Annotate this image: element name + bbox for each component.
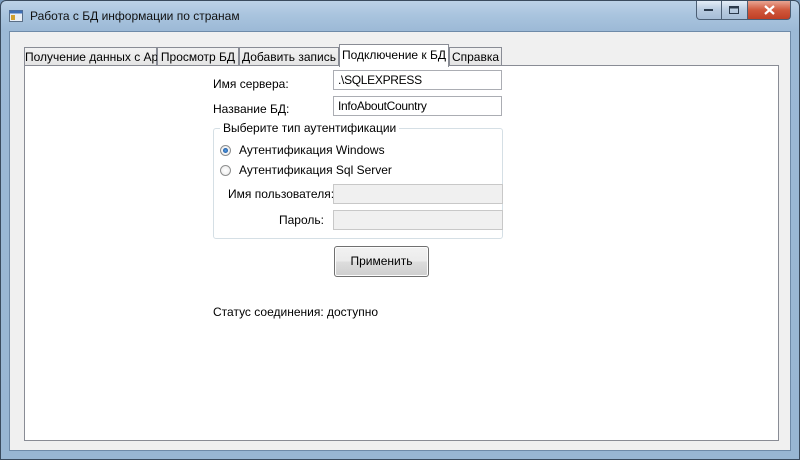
tab-api-data[interactable]: Получение данных с Api [24, 47, 161, 66]
tab-view-db[interactable]: Просмотр БД [157, 47, 239, 66]
window-title: Работа с БД информации по странам [30, 9, 240, 23]
title-bar[interactable]: Работа с БД информации по странам [1, 1, 799, 31]
caption-buttons [696, 1, 791, 21]
auth-sql-radio[interactable] [220, 164, 231, 176]
auth-sql-label: Аутентификация Sql Server [239, 163, 392, 177]
minimize-icon [704, 9, 713, 11]
db-name-label: Название БД: [213, 102, 290, 116]
auth-group-title: Выберите тип аутентификации [220, 121, 400, 135]
tab-add-record[interactable]: Добавить запись [239, 47, 339, 66]
app-icon [9, 10, 23, 22]
connection-status: Статус соединения: доступно [213, 305, 379, 319]
maximize-button[interactable] [722, 1, 748, 20]
tab-page-db-connection: Имя сервера: .\SQLEXPRESS Название БД: I… [24, 65, 779, 441]
db-name-input[interactable]: InfoAboutCountry [333, 96, 502, 116]
auth-windows-label: Аутентификация Windows [239, 143, 385, 157]
username-input[interactable] [333, 184, 503, 204]
main-window: Работа с БД информации по странам Получе… [0, 0, 800, 460]
auth-sql-option[interactable]: Аутентификация Sql Server [220, 163, 392, 177]
auth-type-groupbox: Выберите тип аутентификации Аутентификац… [213, 121, 503, 239]
password-label: Пароль: [279, 213, 324, 227]
tab-db-connection[interactable]: Подключение к БД [339, 44, 449, 67]
apply-button[interactable]: Применить [334, 246, 429, 277]
auth-windows-option[interactable]: Аутентификация Windows [220, 143, 385, 157]
close-button[interactable] [748, 1, 791, 20]
password-input[interactable] [333, 210, 503, 230]
close-icon [763, 5, 775, 15]
window-client-area: Получение данных с Api Просмотр БД Добав… [9, 31, 791, 451]
maximize-icon [729, 5, 739, 14]
auth-windows-radio[interactable] [220, 144, 231, 156]
minimize-button[interactable] [696, 1, 722, 20]
tab-help[interactable]: Справка [449, 47, 502, 66]
server-name-label: Имя сервера: [213, 77, 289, 91]
username-label: Имя пользователя: [228, 187, 335, 201]
server-name-input[interactable]: .\SQLEXPRESS [333, 70, 502, 90]
